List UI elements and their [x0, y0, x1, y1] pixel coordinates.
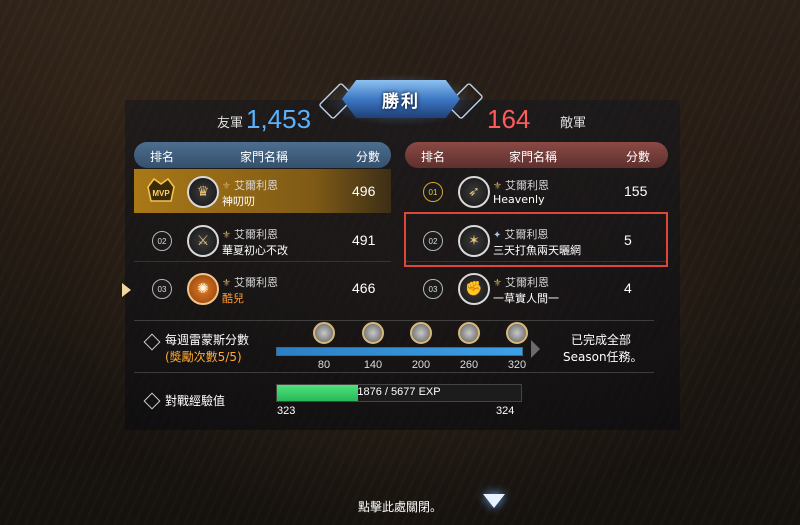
family-name: 一草實人間一 [493, 292, 559, 305]
row-divider [134, 261, 391, 262]
family-name: 華夏初心不改 [222, 244, 288, 257]
enemy-label: 敵軍 [560, 116, 587, 131]
reward-count-label: (獎勵次數5/5) [165, 350, 242, 364]
victory-title: 勝利 [382, 91, 420, 112]
crossed-weapons-crest-icon: ⚔ [187, 225, 219, 257]
track-end-arrow-icon [531, 340, 540, 358]
tick-label: 140 [363, 359, 383, 371]
guild-name: ⚜ 艾爾利恩 [222, 179, 278, 192]
chevron-down-icon [483, 494, 505, 508]
player-score: 496 [352, 183, 376, 199]
completion-text-line2: Season任務。 [563, 350, 643, 364]
weekly-score-label: 每週雷蒙斯分數 [165, 333, 250, 347]
reward-chest-icon[interactable] [458, 322, 480, 344]
exp-bar: 1876 / 5677 EXP [276, 384, 522, 402]
guild-name-text: 艾爾利恩 [233, 228, 278, 241]
close-chevron-button[interactable] [479, 487, 509, 515]
player-score: 466 [352, 280, 376, 296]
ally-total-score: 1,453 [246, 104, 312, 134]
enemy-total-score: 164 [487, 104, 531, 134]
level-from: 323 [277, 405, 296, 417]
ally-label: 友軍 [217, 116, 244, 131]
guild-name: ⚜ 艾爾利恩 [493, 179, 549, 192]
close-hint[interactable]: 點擊此處關閉。 [0, 498, 800, 515]
ally-table-header: 排名 家門名稱 分數 [134, 142, 391, 168]
player-score: 491 [352, 232, 376, 248]
mvp-badge-icon: MVP [147, 177, 175, 202]
victory-banner: 勝利 [318, 72, 484, 128]
enemy-header-name: 家門名稱 [509, 150, 558, 164]
section-divider [134, 320, 654, 321]
ally-header-rank: 排名 [150, 150, 175, 164]
guild-name-text: 艾爾利恩 [233, 179, 278, 192]
reward-chest-icon[interactable] [410, 322, 432, 344]
rank-badge: 03 [152, 279, 172, 299]
level-to: 324 [496, 405, 515, 417]
enemy-header-rank: 排名 [421, 150, 446, 164]
enemy-table-header: 排名 家門名稱 分數 [405, 142, 668, 168]
rank-badge: 02 [152, 231, 172, 251]
guild-name: ⚜ 艾爾利恩 [222, 228, 278, 241]
reward-chest-icon[interactable] [362, 322, 384, 344]
guild-name-text: 艾爾利恩 [504, 276, 549, 289]
ally-row-2[interactable]: 02 ⚔ ⚜ 艾爾利恩 華夏初心不改 491 [134, 218, 391, 262]
enemy-header-score: 分數 [626, 150, 651, 164]
self-row-marker-icon [122, 283, 131, 297]
player-score: 155 [624, 183, 648, 199]
ally-row-1[interactable]: MVP ♛ ⚜ 艾爾利恩 神叨叨 496 [134, 169, 391, 213]
rank-badge: 03 [423, 279, 443, 299]
spear-crest-icon: ➶ [458, 176, 490, 208]
family-name: 神叨叨 [222, 195, 255, 208]
reward-chest-icon[interactable] [506, 322, 528, 344]
rank-badge: 01 [423, 182, 443, 202]
tick-label: 260 [459, 359, 479, 371]
ally-row-3[interactable]: 03 ✺ ⚜ 艾爾利恩 酷兒 466 [134, 266, 391, 310]
enemy-row-3[interactable]: 03 ✊ ⚜ 艾爾利恩 一草實人間一 4 [405, 266, 668, 310]
family-name: Heavenly [493, 193, 545, 206]
section-divider [134, 372, 654, 373]
guild-name: ⚜ 艾爾利恩 [493, 276, 549, 289]
weekly-progress-track [276, 347, 523, 356]
fist-crest-icon: ✊ [458, 273, 490, 305]
family-name: 酷兒 [222, 292, 244, 305]
highlight-box [404, 212, 668, 267]
mvp-text: MVP [152, 189, 170, 198]
reward-chest-icon[interactable] [313, 322, 335, 344]
guild-name-text: 艾爾利恩 [504, 179, 549, 192]
crown-crest-icon: ♛ [187, 176, 219, 208]
battle-exp-label: 對戰經驗值 [165, 394, 226, 408]
tick-label: 200 [411, 359, 431, 371]
tick-label: 80 [317, 359, 331, 371]
player-score: 4 [624, 280, 632, 296]
guild-name-text: 艾爾利恩 [233, 276, 278, 289]
ally-header-name: 家門名稱 [240, 150, 289, 164]
ally-header-score: 分數 [356, 150, 381, 164]
enemy-row-1[interactable]: 01 ➶ ⚜ 艾爾利恩 Heavenly 155 [405, 169, 668, 213]
sun-crest-icon: ✺ [187, 273, 219, 305]
exp-text: 1876 / 5677 EXP [357, 386, 441, 398]
weekly-progress-fill [277, 348, 522, 355]
guild-name: ⚜ 艾爾利恩 [222, 276, 278, 289]
completion-text-line1: 已完成全部 [571, 333, 632, 347]
tick-label: 320 [507, 359, 527, 371]
